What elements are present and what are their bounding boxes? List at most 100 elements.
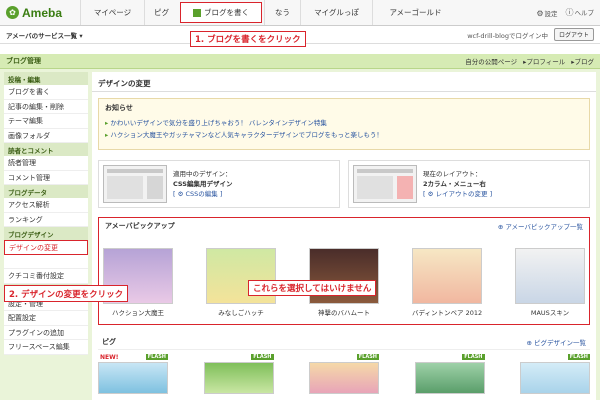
ameba-leaf-icon: ✿ [6, 6, 19, 19]
nav-now[interactable]: なう [264, 0, 300, 25]
notice-link[interactable]: ハクション大魔王やガッチャマンなど人気キャラクターデザインでブログをもっと楽しも… [105, 129, 583, 139]
frame-links: 自分の公開ページ ▸プロフィール ▸ブログ [465, 56, 594, 66]
layout-icon: ⚙ [427, 190, 434, 198]
pickup-header: アメーバピックアップ ⊕ アメーバピックアップ一覧 [99, 218, 589, 234]
design-thumbnail [515, 248, 585, 304]
sidebar-item[interactable]: 読者管理 [4, 156, 88, 171]
sidebar-section-header: ブログデザイン [4, 227, 88, 240]
flash-badge: FLASH [145, 354, 168, 360]
sidebar-section-header: ブログデータ [4, 185, 88, 198]
current-layout-info: 現在のレイアウト： 2カラム・メニュー右 [ ⚙ レイアウトの変更 ] [423, 169, 492, 199]
sidebar-item[interactable]: アクセス解析 [4, 198, 88, 213]
write-blog-icon [193, 8, 201, 17]
pickup-tile[interactable]: ハクション大魔王 [103, 248, 173, 317]
frame-title: ブログ管理 [6, 57, 41, 65]
pigg-title: ピグ [102, 337, 116, 346]
ameba-logo[interactable]: ✿ Ameba [0, 0, 80, 25]
logo-text: Ameba [22, 5, 63, 20]
help-label: ヘルプ [574, 9, 595, 17]
flash-badge: FLASH [567, 354, 590, 360]
pigg-tile[interactable]: NEW! FLASH [98, 354, 168, 394]
sidebar-item[interactable]: 画像フォルダ [4, 129, 88, 143]
tile-caption: みなしごハッチ [218, 309, 264, 317]
help-link[interactable]: ⓘヘルプ [566, 7, 595, 18]
pickup-tile[interactable]: バディントンベア 2012 [412, 248, 482, 317]
design-thumbnail [98, 362, 168, 394]
pigg-design-section: ピグ ⊕ ピグデザイン一覧 NEW! FLASH FLASH FLASH FLAS… [98, 334, 590, 400]
top-nav: ✿ Ameba マイページ ピグ ブログを書く なう マイグルっぽ アメーゴール… [0, 0, 600, 26]
design-thumbnail [309, 362, 379, 394]
login-status: wcf-drill-blogでログイン中 [467, 31, 548, 40]
pigg-tile[interactable]: FLASH [309, 354, 379, 394]
settings-link[interactable]: ⚙設定 [536, 8, 557, 18]
sidebar-item[interactable]: 記事の編集・削除 [4, 100, 88, 114]
tile-caption: ハクション大魔王 [112, 309, 164, 317]
nav-right: ⚙設定 ⓘヘルプ [536, 0, 600, 25]
logout-button[interactable]: ログアウト [553, 28, 594, 41]
css-icon: ⚙ [177, 190, 184, 198]
tile-caption: MAUSスキン [530, 309, 570, 317]
sidebar-item[interactable]: コメント管理 [4, 171, 88, 185]
css-edit-label: CSSの編集 [185, 190, 218, 198]
sidebar-item-design-change[interactable]: デザインの変更 [4, 240, 88, 255]
sidebar-item[interactable]: テーマ編集 [4, 114, 88, 129]
nav-group[interactable]: マイグルっぽ [300, 0, 372, 25]
current-layout-label: 現在のレイアウト： [423, 170, 482, 178]
nav-mypage[interactable]: マイページ [80, 0, 144, 25]
sidebar-item[interactable]: プラグインの追加 [4, 326, 88, 340]
profile-link[interactable]: ▸プロフィール [523, 56, 565, 66]
pickup-more-label: アメーバピックアップ一覧 [505, 223, 583, 231]
layout-change-link[interactable]: [ ⚙ レイアウトの変更 ] [423, 189, 492, 199]
service-list-link[interactable]: アメーバのサービス一覧 ▾ [6, 30, 83, 40]
current-layout-name: 2カラム・メニュー右 [423, 180, 486, 188]
sidebar-item[interactable]: ランキング [4, 213, 88, 227]
sidebar-item[interactable]: クチコミ番付設定 [4, 269, 88, 284]
flash-badge: FLASH [251, 354, 274, 360]
pigg-tile[interactable]: FLASH [520, 354, 590, 394]
public-page-link[interactable]: 自分の公開ページ [465, 56, 517, 66]
nav-write-blog[interactable]: ブログを書く [180, 2, 262, 23]
pickup-more-link[interactable]: ⊕ アメーバピックアップ一覧 [498, 221, 583, 231]
instruction-callout-warning: これらを選択してはいけません [248, 280, 377, 296]
sidebar-item[interactable]: 配置設定 [4, 311, 88, 326]
help-icon: ⓘ [565, 8, 574, 17]
design-thumbnail [520, 362, 590, 394]
notice-link[interactable]: かわいいデザインで気分を盛り上げちゃおう！ バレンタインデザイン特集 [105, 117, 583, 127]
css-edit-link[interactable]: [ ⚙ CSSの編集 ] [173, 189, 232, 199]
design-thumbnail [414, 362, 485, 394]
pigg-more-label: ピグデザイン一覧 [534, 338, 586, 347]
tile-caption: バディントンベア 2012 [412, 309, 483, 317]
pickup-title: アメーバピックアップ [105, 222, 175, 230]
notice-box: お知らせ かわいいデザインで気分を盛り上げちゃおう！ バレンタインデザイン特集 … [98, 98, 590, 150]
pigg-tile[interactable]: FLASH [414, 354, 485, 394]
nav-pigg[interactable]: ピグ [144, 0, 178, 25]
page-title: デザインの変更 [92, 72, 596, 92]
design-thumbnail [203, 362, 274, 394]
instruction-callout-step1: 1. ブログを書くをクリック [190, 31, 306, 47]
pigg-more-link[interactable]: ⊕ ピグデザイン一覧 [526, 337, 586, 347]
new-badge: NEW! [100, 354, 119, 361]
blog-link-label: ブログ [574, 58, 595, 66]
gear-icon: ⚙ [536, 8, 544, 18]
tile-caption: 神撃のバハムート [318, 309, 370, 317]
blog-link[interactable]: ▸ブログ [571, 56, 594, 66]
current-design-thumbnail [103, 165, 167, 203]
sidebar-section-header: 投稿・編集 [4, 72, 88, 85]
flash-badge: FLASH [462, 354, 485, 360]
sidebar-item[interactable]: フリースペース編集 [4, 340, 88, 355]
sidebar-item[interactable] [4, 255, 88, 269]
pigg-header: ピグ ⊕ ピグデザイン一覧 [98, 334, 590, 350]
notice-title: お知らせ [105, 104, 133, 112]
current-design-name: CSS編集用デザイン [173, 180, 233, 188]
nav-ameba-gold[interactable]: アメーゴールド [372, 0, 458, 25]
arrow-circle-icon: ⊕ [526, 338, 532, 347]
ameba-pickup-section: アメーバピックアップ ⊕ アメーバピックアップ一覧 ハクション大魔王 みなしごハ… [98, 217, 590, 325]
sidebar-section-header: 読者とコメント [4, 143, 88, 156]
layout-change-label: レイアウトの変更 [435, 190, 488, 198]
current-settings: 適用中のデザイン： CSS編集用デザイン [ ⚙ CSSの編集 ] 現在のレイア… [98, 160, 590, 208]
pigg-tile[interactable]: FLASH [203, 354, 274, 394]
current-design-label: 適用中のデザイン： [173, 170, 232, 178]
sidebar-item[interactable]: ブログを書く [4, 85, 88, 100]
service-list-label: アメーバのサービス一覧 [6, 31, 78, 40]
pickup-tile[interactable]: MAUSスキン [515, 248, 585, 317]
